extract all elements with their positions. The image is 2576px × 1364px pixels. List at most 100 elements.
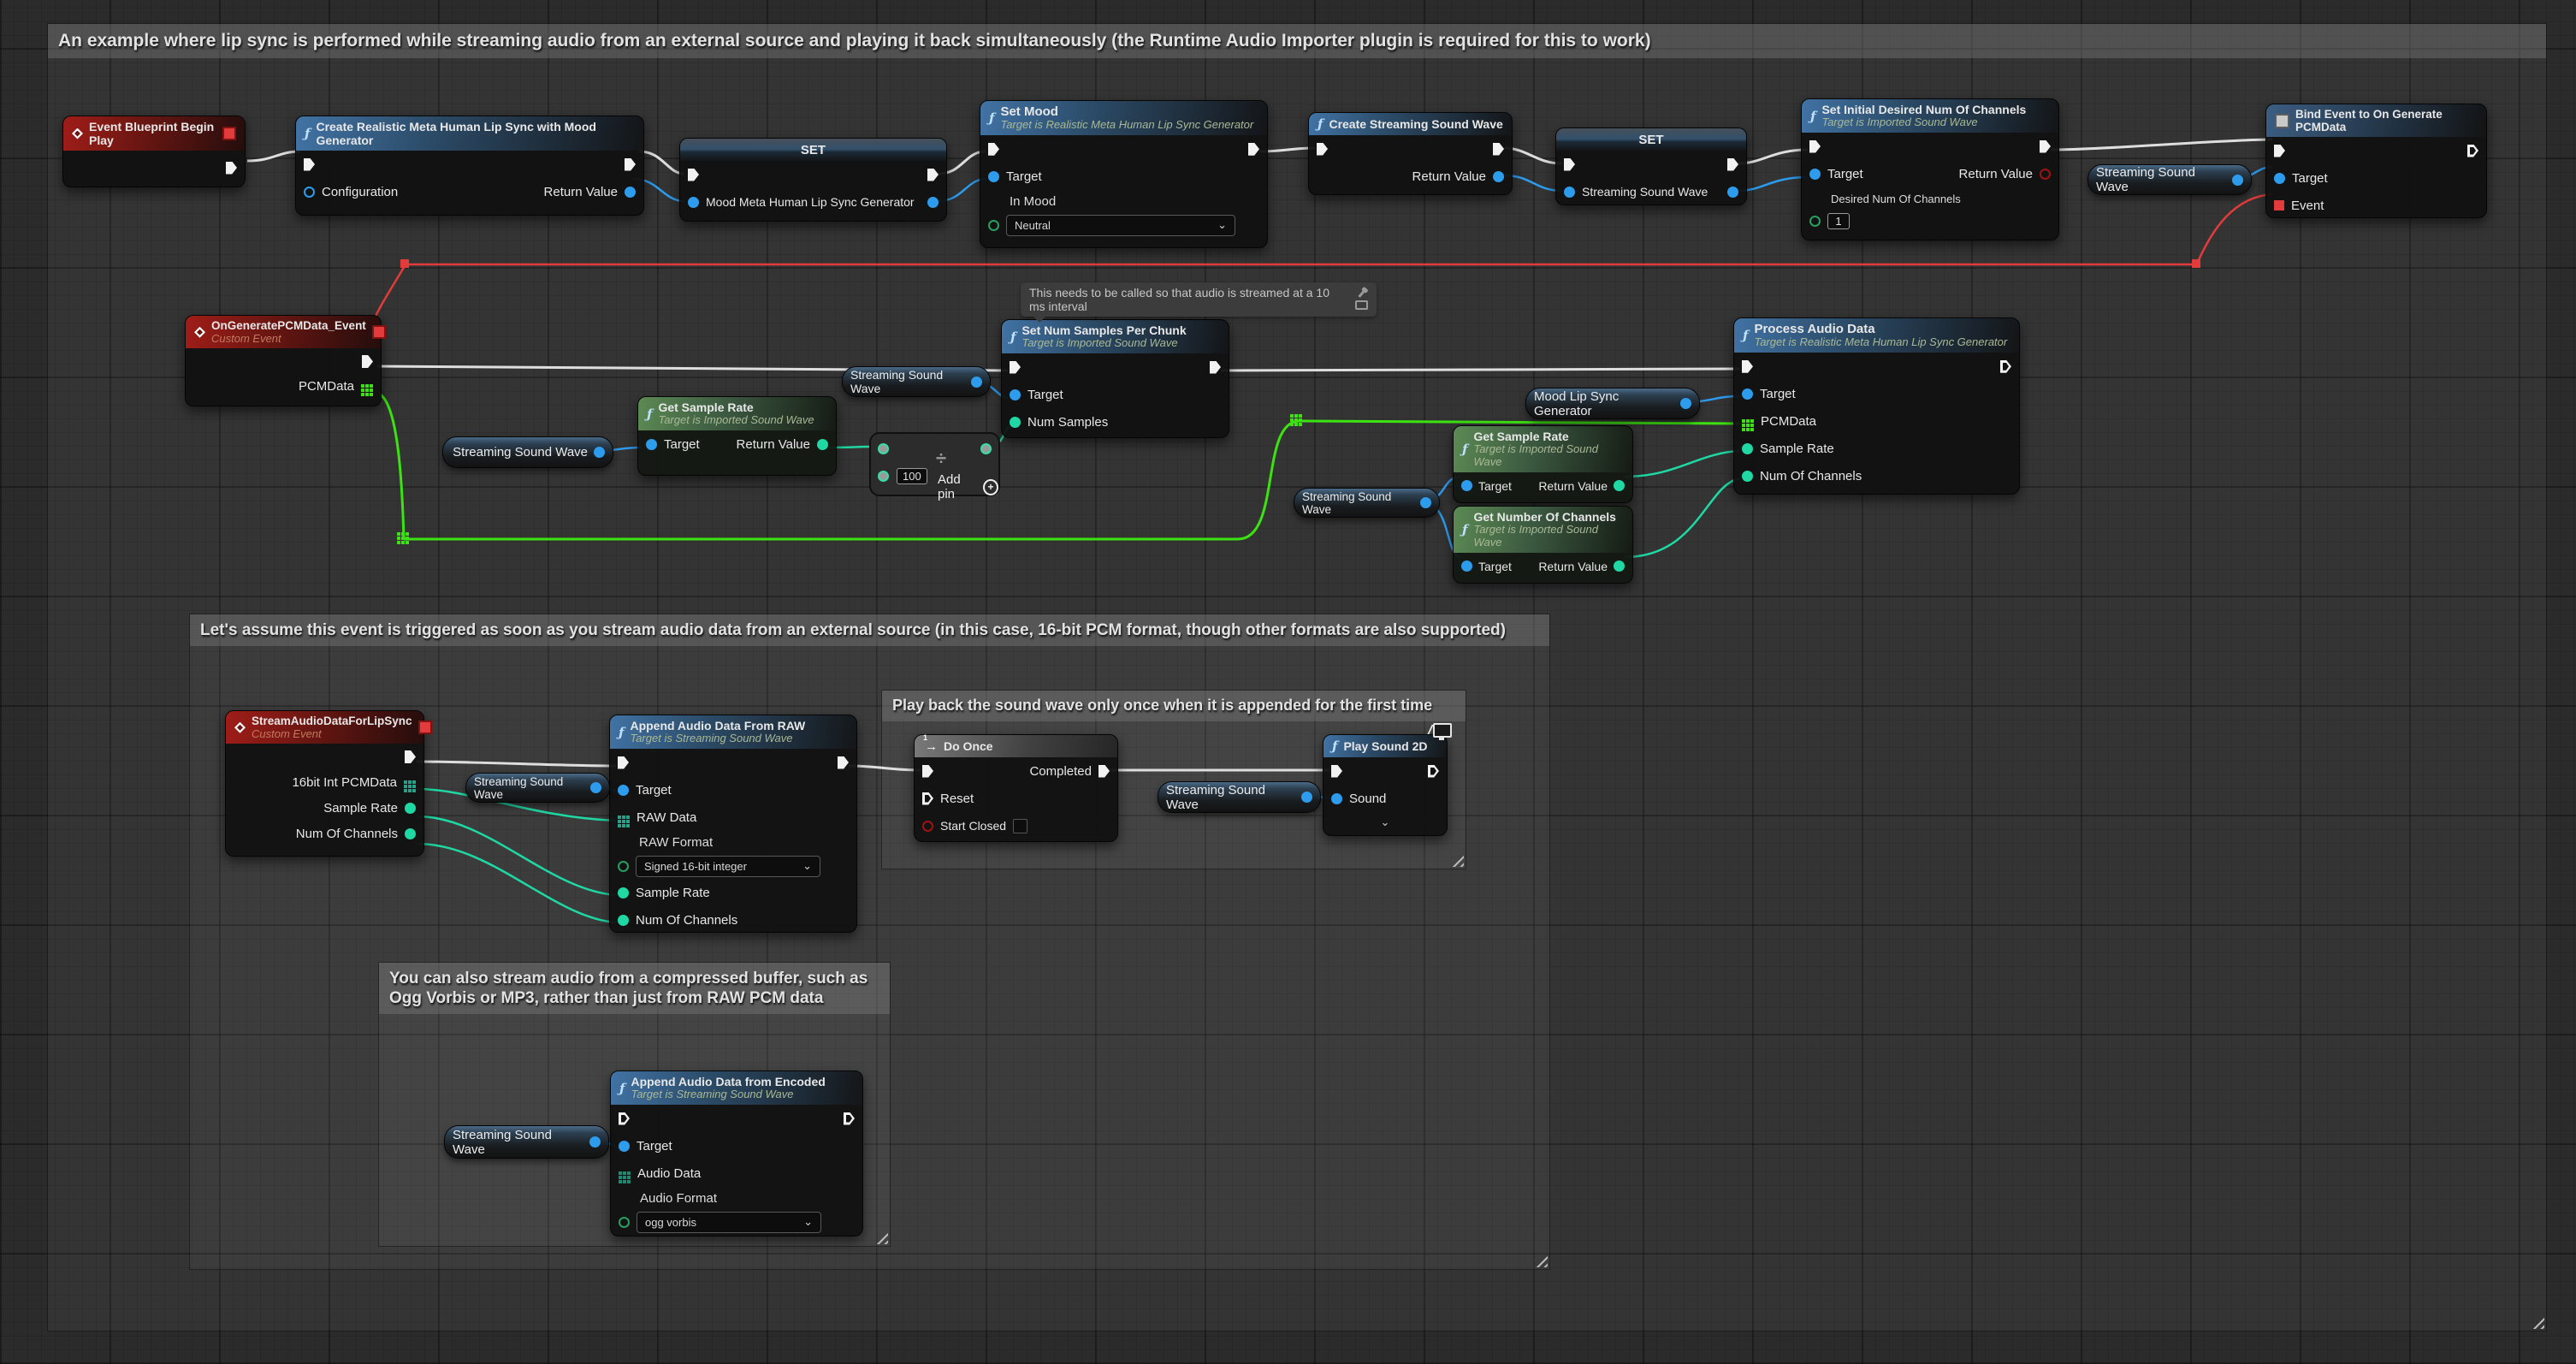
start-closed-checkbox[interactable] xyxy=(1013,819,1027,833)
pill-streaming-sound-wave[interactable]: Streaming Sound Wave xyxy=(442,436,613,468)
add-pin-button[interactable]: Add pin+ xyxy=(938,472,998,501)
exec-in-pin[interactable] xyxy=(688,169,699,181)
exec-out-pin[interactable] xyxy=(1248,143,1259,156)
exec-in-pin[interactable] xyxy=(619,1112,630,1125)
pill-streaming-sound-wave[interactable]: Streaming Sound Wave xyxy=(842,366,991,397)
num-of-channels-pin[interactable] xyxy=(405,828,416,839)
return-value-pin[interactable] xyxy=(1614,480,1625,491)
node-set-mood-var[interactable]: SET Mood Meta Human Lip Sync Generator xyxy=(679,138,947,222)
start-closed-pin[interactable] xyxy=(922,821,933,832)
variable-out-pin[interactable] xyxy=(1301,792,1312,803)
exec-in-pin[interactable] xyxy=(922,765,933,778)
audio-format-dropdown[interactable]: ogg vorbis⌄ xyxy=(637,1212,821,1233)
variable-out-pin[interactable] xyxy=(594,447,605,458)
exec-out-pin[interactable] xyxy=(2467,145,2478,157)
node-get-num-channels[interactable]: ƒ Get Number Of Channels Target is Impor… xyxy=(1453,506,1633,584)
blueprint-canvas[interactable]: An example where lip sync is performed w… xyxy=(0,0,2576,1364)
exec-out-pin[interactable] xyxy=(1428,765,1439,778)
num-of-channels-pin[interactable] xyxy=(618,915,629,926)
reset-pin[interactable] xyxy=(922,792,933,805)
node-append-raw[interactable]: ƒ Append Audio Data From RAW Target is S… xyxy=(609,715,857,933)
pill-streaming-sound-wave[interactable]: Streaming Sound Wave xyxy=(1158,781,1321,813)
variable-out-pin[interactable] xyxy=(1680,398,1691,409)
delegate-reroute-node[interactable] xyxy=(2192,259,2200,268)
configuration-pin[interactable] xyxy=(304,187,315,198)
comment-playback-title[interactable]: Play back the sound wave only once when … xyxy=(882,691,1466,721)
audio-format-pin[interactable] xyxy=(619,1217,630,1228)
sample-rate-pin[interactable] xyxy=(1742,443,1753,454)
return-value-pin[interactable] xyxy=(817,439,828,450)
in-mood-dropdown[interactable]: Neutral⌄ xyxy=(1006,215,1235,236)
return-value-pin[interactable] xyxy=(1614,560,1625,572)
num-of-channels-pin[interactable] xyxy=(1742,471,1753,482)
desired-num-input[interactable]: 1 xyxy=(1827,213,1850,229)
sample-rate-pin[interactable] xyxy=(405,803,416,814)
exec-out-pin[interactable] xyxy=(2000,360,2011,373)
in-mood-pin[interactable] xyxy=(988,220,999,231)
exec-out-pin[interactable] xyxy=(625,158,636,171)
node-set-streaming-var[interactable]: SET Streaming Sound Wave xyxy=(1555,128,1747,205)
exec-out-pin[interactable] xyxy=(362,355,373,368)
target-pin[interactable] xyxy=(1461,480,1472,491)
pill-mood-lip-sync-generator[interactable]: Mood Lip Sync Generator xyxy=(1525,388,1700,419)
variable-out-pin[interactable] xyxy=(971,377,982,388)
return-value-pin[interactable] xyxy=(2040,169,2051,180)
variable-out-pin[interactable] xyxy=(927,197,939,208)
exec-in-pin[interactable] xyxy=(304,158,315,171)
node-create-lip-sync[interactable]: ƒ Create Realistic Meta Human Lip Sync w… xyxy=(295,116,644,216)
exec-in-pin[interactable] xyxy=(1317,143,1328,156)
num-samples-pin[interactable] xyxy=(1010,417,1021,428)
node-set-num-samples[interactable]: ƒ Set Num Samples Per Chunk Target is Im… xyxy=(1001,319,1229,438)
exec-out-pin[interactable] xyxy=(1727,158,1738,171)
array-reroute-node[interactable] xyxy=(1290,414,1294,418)
node-set-initial-channels[interactable]: ƒ Set Initial Desired Num Of Channels Ta… xyxy=(1801,98,2059,240)
target-pin[interactable] xyxy=(1010,389,1021,400)
variable-out-pin[interactable] xyxy=(589,1136,601,1148)
target-pin[interactable] xyxy=(2274,173,2285,184)
comment-icon[interactable] xyxy=(1355,300,1368,310)
exec-out-pin[interactable] xyxy=(226,162,237,175)
exec-out-pin[interactable] xyxy=(405,750,416,763)
target-pin[interactable] xyxy=(646,439,657,450)
node-stream-audio-event[interactable]: StreamAudioDataForLipSync Custom Event 1… xyxy=(225,710,424,857)
exec-out-pin[interactable] xyxy=(838,756,849,769)
event-delegate-pin[interactable] xyxy=(2274,200,2284,211)
divide-input-b-pin[interactable] xyxy=(878,471,889,482)
raw-format-dropdown[interactable]: Signed 16-bit integer⌄ xyxy=(636,856,820,877)
node-comment-bubble[interactable]: This needs to be called so that audio is… xyxy=(1021,282,1377,317)
raw-data-array-pin[interactable] xyxy=(618,815,621,819)
variable-out-pin[interactable] xyxy=(590,782,601,793)
exec-in-pin[interactable] xyxy=(1564,158,1575,171)
exec-out-pin[interactable] xyxy=(844,1112,855,1125)
pill-streaming-sound-wave[interactable]: Streaming Sound Wave xyxy=(444,1125,609,1159)
node-append-encoded[interactable]: ƒ Append Audio Data from Encoded Target … xyxy=(610,1070,863,1236)
target-pin[interactable] xyxy=(988,171,999,182)
node-get-sample-rate-1[interactable]: ƒ Get Sample Rate Target is Imported Sou… xyxy=(637,396,837,476)
delegate-pin[interactable] xyxy=(418,721,432,734)
desired-num-pin[interactable] xyxy=(1809,216,1821,227)
exec-in-pin[interactable] xyxy=(2274,145,2285,157)
divide-output-pin[interactable] xyxy=(980,443,992,454)
target-pin[interactable] xyxy=(1809,169,1821,180)
array-reroute-node[interactable] xyxy=(397,532,400,536)
divisor-input[interactable]: 100 xyxy=(897,468,927,484)
node-get-sample-rate-2[interactable]: ƒ Get Sample Rate Target is Imported Sou… xyxy=(1453,425,1633,503)
target-pin[interactable] xyxy=(1461,560,1472,572)
node-event-begin-play[interactable]: Event Blueprint Begin Play xyxy=(62,116,246,187)
node-bind-event[interactable]: Bind Event to On Generate PCMData Target… xyxy=(2265,104,2487,218)
comment-compressed-title[interactable]: You can also stream audio from a compres… xyxy=(379,963,890,1014)
exec-in-pin[interactable] xyxy=(1010,361,1021,374)
node-do-once[interactable]: → Do Once Completed Reset Start Closed xyxy=(914,734,1118,842)
raw-format-pin[interactable] xyxy=(618,861,629,872)
comment-playback-resize-handle[interactable] xyxy=(1451,854,1464,867)
exec-out-pin[interactable] xyxy=(927,169,939,181)
comment-banner-resize-handle[interactable] xyxy=(2532,1316,2544,1329)
pill-streaming-sound-wave[interactable]: Streaming Sound Wave xyxy=(1294,488,1440,518)
return-value-pin[interactable] xyxy=(1493,171,1504,182)
exec-in-pin[interactable] xyxy=(1331,765,1342,778)
variable-in-pin[interactable] xyxy=(1564,187,1575,198)
return-value-pin[interactable] xyxy=(625,187,636,198)
node-on-generate-pcmdata[interactable]: OnGeneratePCMData_Event Custom Event PCM… xyxy=(185,315,382,406)
exec-out-pin[interactable] xyxy=(1210,361,1221,374)
completed-pin[interactable] xyxy=(1099,765,1110,778)
